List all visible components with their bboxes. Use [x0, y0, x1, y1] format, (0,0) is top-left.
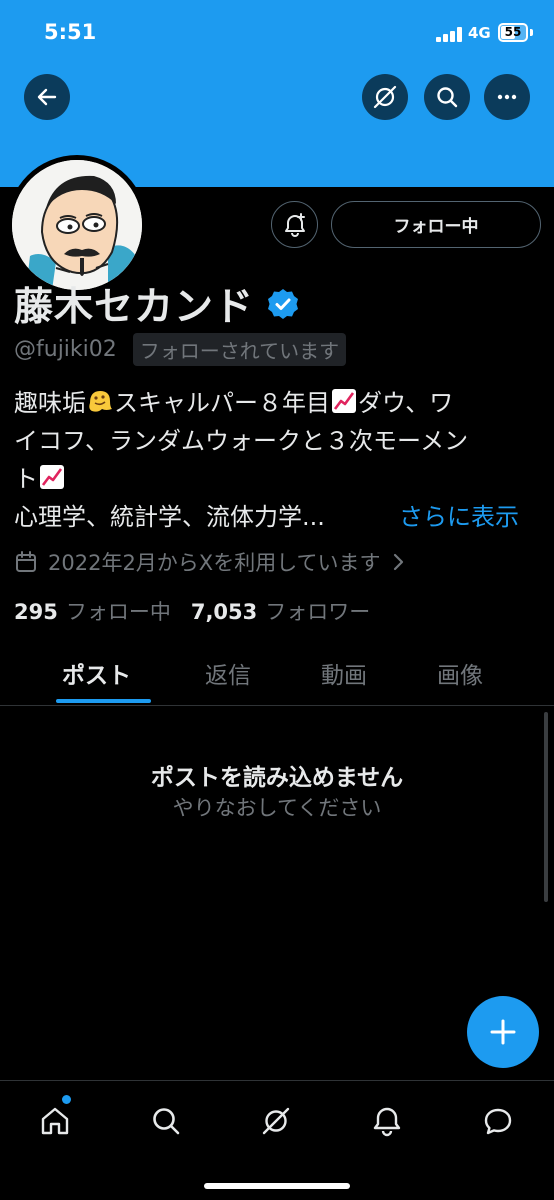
nav-grok[interactable]	[256, 1101, 296, 1141]
name-row: 藤木セカンド	[14, 276, 300, 332]
following-button[interactable]: フォロー中	[331, 201, 541, 248]
active-tab-indicator	[56, 699, 151, 703]
bio-line-4: 心理学、統計学、流体力学... さらに表示	[14, 498, 519, 536]
compose-post-button[interactable]	[467, 996, 539, 1068]
grok-button[interactable]	[362, 74, 408, 120]
username-handle: @fujiki02	[14, 337, 117, 362]
notification-bell-button[interactable]	[271, 201, 318, 248]
bio-line-1: 趣味垢 スキャルパー８年目 ダウ、ワ	[14, 389, 454, 417]
battery-icon: 55	[498, 23, 528, 42]
signal-icon	[436, 26, 464, 42]
back-button[interactable]	[24, 74, 70, 120]
tab-replies[interactable]: 返信	[205, 656, 251, 690]
search-button[interactable]	[424, 74, 470, 120]
tab-images[interactable]: 画像	[437, 656, 483, 690]
bio-line-2: イコフ、ランダムウォークと３次モーメン	[14, 427, 469, 455]
profile-bio: 趣味垢 スキャルパー８年目 ダウ、ワ イコフ、ランダムウォークと３次モーメン ト 心…	[14, 384, 534, 536]
home-icon	[41, 1107, 69, 1135]
profile-tabs: ポスト 返信 動画 画像	[0, 648, 554, 706]
more-dots-icon	[497, 94, 517, 100]
chart-increasing-emoji-icon	[40, 465, 64, 489]
chart-increasing-emoji-icon	[332, 389, 356, 413]
tab-posts[interactable]: ポスト	[62, 656, 131, 690]
status-bar: 5:51 4G 55	[0, 0, 554, 64]
nav-messages[interactable]	[478, 1101, 518, 1141]
see-more-link[interactable]: さらに表示	[399, 498, 519, 536]
bottom-nav	[0, 1080, 554, 1200]
handle-row: @fujiki02 フォローされています	[14, 333, 347, 366]
messages-icon	[484, 1108, 512, 1135]
grok-icon	[262, 1107, 290, 1135]
chevron-right-icon	[393, 553, 403, 571]
home-notification-dot	[62, 1095, 71, 1104]
arrow-left-icon	[37, 88, 57, 106]
followers-stat[interactable]: 7,053 フォロワー	[191, 596, 370, 626]
battery-level: 55	[504, 25, 522, 39]
status-time: 5:51	[44, 20, 97, 44]
calendar-icon	[16, 551, 36, 572]
joined-date-row[interactable]: 2022年2月からXを利用しています	[14, 547, 415, 577]
search-icon	[153, 1108, 180, 1135]
follow-stats: 295 フォロー中 7,053 フォロワー	[14, 596, 370, 626]
following-count: 295	[14, 600, 58, 624]
avatar[interactable]	[7, 155, 147, 295]
nav-home[interactable]	[35, 1101, 75, 1141]
nav-notifications[interactable]	[367, 1101, 407, 1141]
plus-icon	[490, 1019, 516, 1045]
followers-count: 7,053	[190, 600, 258, 624]
more-button[interactable]	[484, 74, 530, 120]
tab-videos[interactable]: 動画	[321, 656, 367, 690]
melting-face-emoji-icon	[89, 391, 112, 412]
joined-date: 2022年2月からXを利用しています	[48, 551, 381, 575]
nav-search[interactable]	[146, 1101, 186, 1141]
error-title: ポストを読み込めません	[150, 765, 404, 791]
home-indicator	[204, 1183, 350, 1189]
search-icon	[437, 87, 458, 108]
avatar-image	[12, 160, 142, 290]
following-stat[interactable]: 295 フォロー中	[14, 596, 171, 626]
profile-page: 5:51 4G 55 フォロー中 藤木セカンド @fujiki02 フォローされ…	[0, 0, 554, 1200]
following-label: フォロー中	[65, 600, 171, 624]
follows-you-badge: フォローされています	[132, 333, 347, 366]
verified-badge-icon[interactable]	[266, 287, 300, 321]
battery-nub	[530, 29, 533, 36]
network-type: 4G	[468, 24, 491, 42]
display-name: 藤木セカンド	[14, 285, 255, 330]
notifications-icon	[373, 1107, 401, 1137]
followers-label: フォロワー	[265, 600, 371, 624]
slash-circle-icon	[373, 85, 397, 109]
bell-plus-icon	[284, 212, 305, 237]
error-subtitle: やりなおしてください	[172, 796, 382, 820]
bio-line-3: ト	[14, 460, 534, 498]
